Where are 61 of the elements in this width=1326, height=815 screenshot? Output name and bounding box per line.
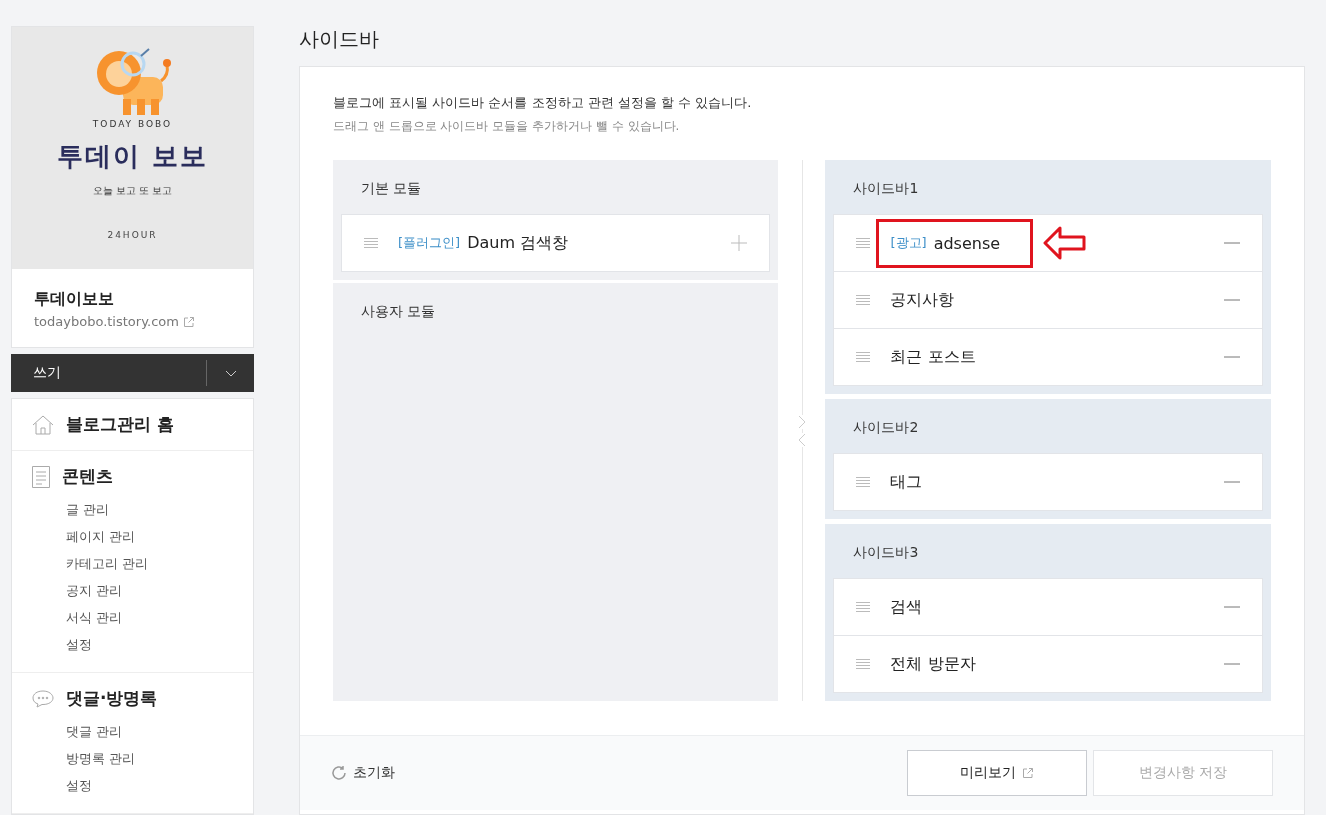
nav-link[interactable]: 페이지 관리	[66, 523, 233, 550]
module-name: 공지사항	[890, 289, 955, 311]
nav-link[interactable]: 카테고리 관리	[66, 550, 233, 577]
group-title: 기본 모듈	[360, 179, 423, 198]
reset-button[interactable]: 초기화	[331, 764, 395, 782]
intro-text: 블로그에 표시될 사이드바 순서를 조정하고 관련 설정을 할 수 있습니다.	[333, 94, 753, 112]
logo-title: 투데이 보보	[56, 140, 209, 173]
logo-text: TODAY BOBO	[92, 119, 173, 129]
module-tag: [광고]	[890, 234, 927, 252]
refresh-icon	[331, 765, 347, 781]
nav-link[interactable]: 서식 관리	[66, 604, 233, 631]
group-title: 사이드바2	[852, 418, 920, 437]
group-title: 사용자 모듈	[360, 302, 437, 321]
nav-link[interactable]: 글 관리	[66, 496, 233, 523]
module-item[interactable]: 전체 방문자	[833, 635, 1263, 693]
speech-bubble-icon	[32, 689, 54, 708]
module-item[interactable]: 검색	[833, 578, 1263, 636]
drag-handle-icon[interactable]	[856, 659, 871, 669]
drag-handle-icon[interactable]	[856, 238, 871, 248]
module-name: 태그	[890, 471, 923, 493]
nav-heading-link[interactable]: 블로그관리 홈	[66, 413, 174, 436]
document-icon	[32, 465, 50, 488]
module-item[interactable]: 공지사항	[833, 271, 1263, 329]
module-item[interactable]: [광고] adsense	[833, 214, 1263, 272]
home-icon	[32, 414, 54, 435]
drag-handle-icon[interactable]	[856, 477, 871, 487]
nav-link[interactable]: 댓글 관리	[66, 718, 233, 745]
logo-text: 24HOUR	[107, 230, 158, 240]
module-name: Daum 검색창	[467, 232, 569, 254]
nav-link[interactable]: 설정	[66, 772, 233, 799]
nav-heading-link[interactable]: 댓글·방명록	[66, 687, 158, 710]
nav-link[interactable]: 방명록 관리	[66, 745, 233, 772]
drag-handle-icon[interactable]	[856, 352, 871, 362]
arrow-icon	[1043, 226, 1088, 260]
nav-heading-link[interactable]: 콘텐츠	[62, 465, 113, 488]
module-item[interactable]: [플러그인] Daum 검색창	[341, 214, 770, 272]
module-item[interactable]: 태그	[833, 453, 1263, 511]
drag-handle-icon[interactable]	[856, 295, 871, 305]
blog-name: 투데이보보	[34, 289, 115, 310]
module-name: 전체 방문자	[890, 653, 976, 675]
module-name: adsense	[933, 233, 1001, 253]
module-name: 최근 포스트	[890, 346, 976, 368]
module-item[interactable]: 최근 포스트	[833, 328, 1263, 386]
add-button[interactable]	[730, 235, 747, 251]
nav-link[interactable]: 설정	[66, 631, 233, 658]
external-link-icon	[1022, 767, 1034, 779]
module-tag: [플러그인]	[398, 234, 461, 252]
page-title: 사이드바	[299, 26, 380, 53]
blog-url-link[interactable]: todaybobo.tistory.com	[34, 314, 179, 329]
nav-link[interactable]: 공지 관리	[66, 577, 233, 604]
caret-icon	[224, 369, 237, 377]
group-title: 사이드바3	[852, 543, 920, 562]
drag-handle-icon[interactable]	[364, 238, 378, 248]
group-title: 사이드바1	[852, 179, 920, 198]
module-name: 검색	[890, 596, 923, 618]
external-link-icon	[182, 315, 195, 328]
logo-subtitle: 오늘 보고 또 보고	[91, 184, 174, 198]
preview-button[interactable]: 미리보기	[907, 750, 1087, 796]
hint-text: 드래그 앤 드롭으로 사이드바 모듈을 추가하거나 뺄 수 있습니다.	[333, 118, 681, 135]
write-button[interactable]: 쓰기	[11, 354, 83, 392]
drag-handle-icon[interactable]	[856, 602, 871, 612]
